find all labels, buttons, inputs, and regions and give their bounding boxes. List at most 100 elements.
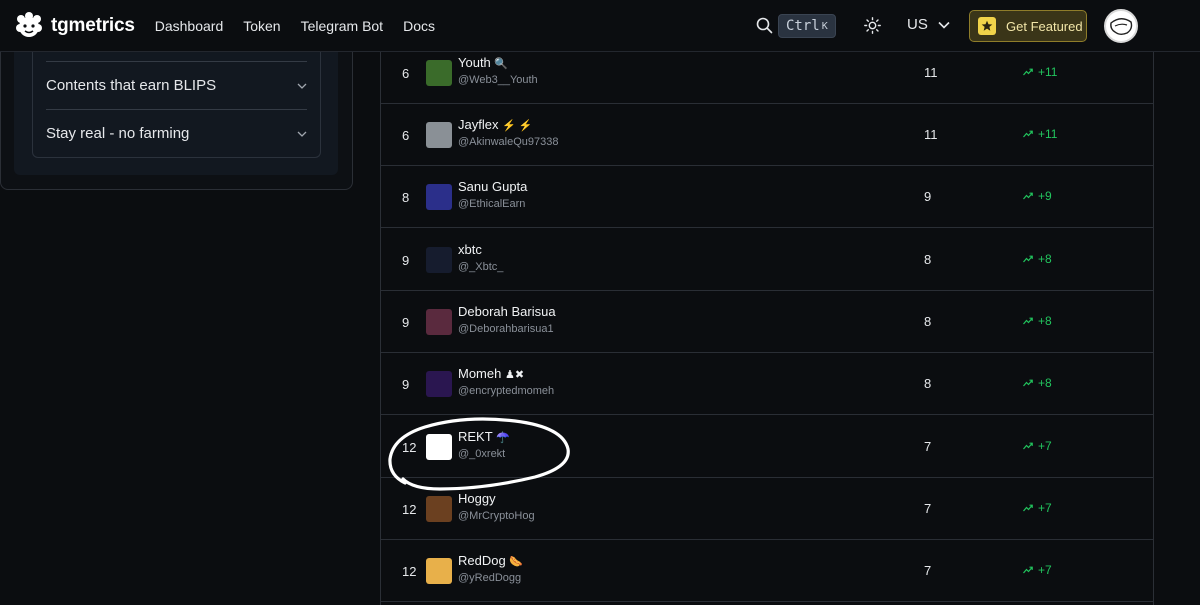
accordion-label: Contents that earn BLIPS [46,77,217,94]
user-name[interactable]: RedDog 🌭 [458,553,523,568]
leaderboard-row[interactable]: 12 RedDog 🌭 @yRedDogg 7 +7 [381,540,1153,602]
mention-count: 8 [924,314,932,329]
chevron-down-icon [938,21,950,29]
user-handle[interactable]: @Web3__Youth [458,74,538,86]
leaderboard-row[interactable]: 9 Momeh ♟✖ @encryptedmomeh 8 +8 [381,353,1153,415]
chevron-down-icon [297,131,307,137]
mention-count: 7 [924,501,932,516]
search-icon[interactable] [756,17,773,34]
user-name[interactable]: Deborah Barisua [458,304,556,319]
user-name[interactable]: Momeh ♟✖ [458,366,524,381]
change-value: +11 [1023,127,1057,141]
nav-docs[interactable]: Docs [403,18,435,34]
user-avatar[interactable] [426,309,452,335]
nav-dashboard[interactable]: Dashboard [155,18,224,34]
user-badge: ☂️ [496,432,510,444]
search-shortcut[interactable]: Ctrl K [778,14,836,38]
mention-count: 8 [924,252,932,267]
user-handle[interactable]: @Deborahbarisua1 [458,323,554,335]
trend-up-icon [1023,317,1033,325]
change-value: +8 [1023,376,1052,390]
trend-up-icon [1023,255,1033,263]
accordion-item-no-farming[interactable]: Stay real - no farming [46,109,307,157]
user-handle[interactable]: @_Xbtc_ [458,261,503,273]
trend-up-icon [1023,379,1033,387]
user-badge: 🌭 [509,556,524,568]
user-badge: ⚡ ⚡ [502,120,533,132]
change-value: +8 [1023,314,1052,328]
accordion-item-blips[interactable]: Contents that earn BLIPS [46,61,307,109]
brand-link[interactable]: tgmetrics [14,11,135,41]
mention-count: 11 [924,127,938,142]
trend-up-icon [1023,442,1033,450]
change-value: +9 [1023,189,1052,203]
chevron-down-icon [297,83,307,89]
user-avatar[interactable] [426,60,452,86]
user-avatar[interactable] [426,247,452,273]
user-name[interactable]: xbtc [458,242,482,257]
user-name[interactable]: Jayflex ⚡ ⚡ [458,117,533,132]
rank-cell: 9 [402,376,410,392]
leaderboard-row[interactable]: 12 REKT ☂️ @_0xrekt 7 +7 [381,416,1153,478]
user-handle[interactable]: @MrCryptoHog [458,510,535,522]
nav-token[interactable]: Token [243,18,280,34]
trend-up-icon [1023,192,1033,200]
user-avatar[interactable] [426,122,452,148]
user-handle[interactable]: @encryptedmomeh [458,385,554,397]
user-handle[interactable]: @_0xrekt [458,448,505,460]
nav-telegram-bot[interactable]: Telegram Bot [301,18,383,34]
leaderboard-row[interactable]: 6 Youth 🔍 @Web3__Youth 11 +11 [381,42,1153,104]
search-shortcut-key: K [821,20,828,32]
user-handle[interactable]: @AkinwaleQu97338 [458,136,558,148]
language-selector[interactable]: US [907,16,950,33]
user-avatar[interactable] [426,184,452,210]
main-nav: Dashboard Token Telegram Bot Docs [155,18,455,34]
tgmetrics-logo-icon [16,11,42,37]
rank-cell: 12 [402,501,417,517]
brand-name: tgmetrics [51,14,135,36]
rank-cell: 9 [402,252,410,268]
trend-up-icon [1023,68,1033,76]
rekt-face-icon [1110,18,1133,35]
leaderboard-row[interactable]: 6 Jayflex ⚡ ⚡ @AkinwaleQu97338 11 +11 [381,104,1153,166]
user-name[interactable]: Sanu Gupta [458,179,527,194]
user-avatar[interactable] [426,558,452,584]
leaderboard-row[interactable]: 9 Deborah Barisua @Deborahbarisua1 8 +8 [381,291,1153,353]
rank-cell: 6 [402,127,410,143]
star-icon [978,17,996,35]
rank-cell: 12 [402,563,417,579]
mention-count: 7 [924,563,932,578]
change-value: +7 [1023,501,1052,515]
user-avatar[interactable] [426,496,452,522]
leaderboard-row[interactable]: 8 Sanu Gupta @EthicalEarn 9 +9 [381,166,1153,228]
change-value: +11 [1023,65,1057,79]
get-featured-label: Get Featured [1006,18,1083,34]
accordion-label: Stay real - no farming [46,125,190,142]
language-label: US [907,16,928,33]
get-featured-button[interactable]: Get Featured [969,10,1087,42]
user-badge: 🔍 [494,58,509,70]
user-badge: ♟✖ [504,369,525,381]
change-value: +7 [1023,563,1052,577]
leaderboard-row[interactable]: 9 xbtc @_Xbtc_ 8 +8 [381,229,1153,291]
user-avatar[interactable] [426,434,452,460]
trend-up-icon [1023,130,1033,138]
rank-cell: 12 [402,439,417,455]
mention-count: 7 [924,439,932,454]
user-handle[interactable]: @EthicalEarn [458,198,525,210]
rank-cell: 8 [402,189,410,205]
leaderboard-row[interactable]: 12 Hoggy @MrCryptoHog 7 +7 [381,478,1153,540]
trend-up-icon [1023,504,1033,512]
user-name[interactable]: Youth 🔍 [458,55,508,70]
mention-count: 11 [924,65,938,80]
user-handle[interactable]: @yRedDogg [458,572,521,584]
change-value: +7 [1023,439,1052,453]
user-avatar[interactable] [426,371,452,397]
user-avatar[interactable] [1104,9,1138,43]
sun-icon[interactable] [864,17,881,34]
trend-up-icon [1023,566,1033,574]
user-name[interactable]: REKT ☂️ [458,429,510,444]
mention-count: 8 [924,376,932,391]
user-name[interactable]: Hoggy [458,491,496,506]
rank-cell: 6 [402,65,410,81]
